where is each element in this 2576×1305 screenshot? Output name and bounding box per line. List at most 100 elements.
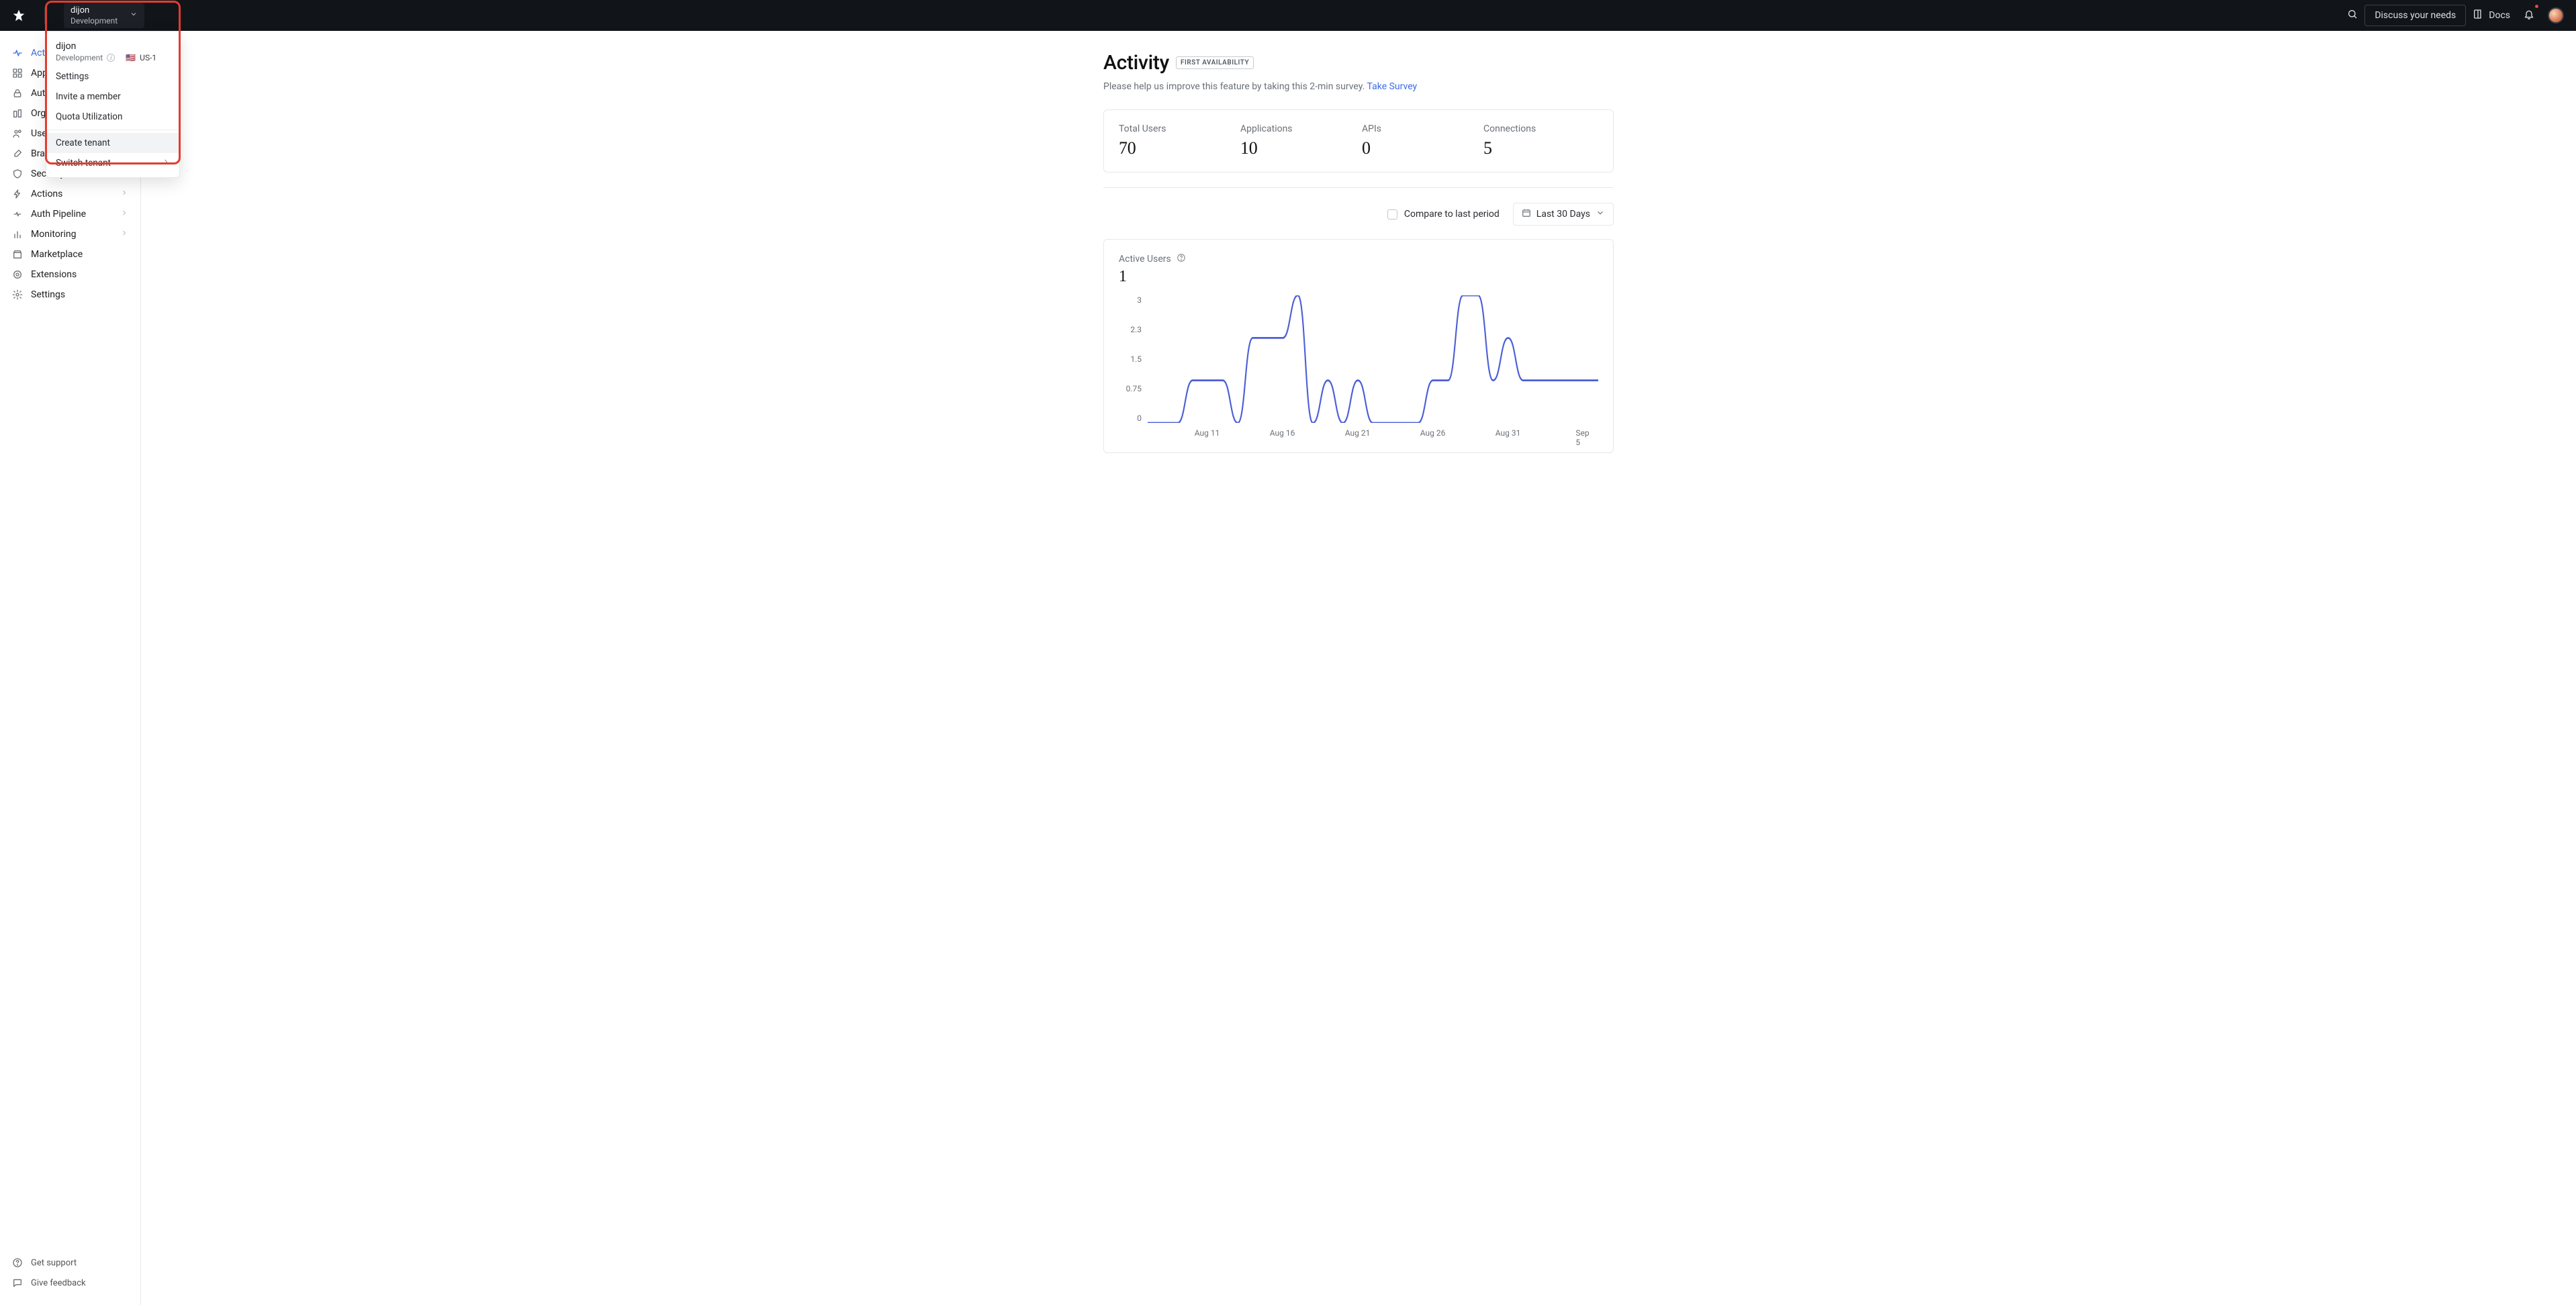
dropdown-tenant-name: dijon bbox=[56, 41, 170, 52]
flag-icon: 🇺🇸 bbox=[126, 53, 136, 62]
brush-icon bbox=[12, 148, 23, 159]
market-icon bbox=[12, 249, 23, 260]
chart-title: Active Users bbox=[1119, 254, 1171, 264]
page-title: Activity bbox=[1103, 51, 1169, 75]
notifications-button[interactable] bbox=[2517, 5, 2541, 26]
checkbox-icon bbox=[1387, 209, 1397, 220]
main-content: Activity FIRST AVAILABILITY Please help … bbox=[141, 31, 2576, 1305]
stat-apis: APIs 0 bbox=[1362, 124, 1477, 158]
dropdown-item-quota-utilization[interactable]: Quota Utilization bbox=[46, 107, 179, 127]
stat-label: Connections bbox=[1483, 124, 1598, 134]
sidebar-footer-get-support[interactable]: Get support bbox=[5, 1253, 135, 1273]
sidebar-item-label: Monitoring bbox=[31, 229, 77, 240]
sidebar-item-marketplace[interactable]: Marketplace bbox=[5, 244, 135, 264]
page-subtext: Please help us improve this feature by t… bbox=[1103, 81, 1614, 92]
y-axis: 32.31.50.750 bbox=[1119, 295, 1147, 423]
stat-value: 70 bbox=[1119, 138, 1234, 158]
chevron-right-icon bbox=[162, 158, 170, 168]
sidebar-footer-give-feedback[interactable]: Give feedback bbox=[5, 1273, 135, 1293]
sidebar-item-monitoring[interactable]: Monitoring bbox=[5, 224, 135, 244]
bell-icon bbox=[2524, 9, 2534, 22]
org-icon bbox=[12, 108, 23, 119]
info-icon[interactable]: i bbox=[107, 54, 115, 62]
sidebar-item-label: Marketplace bbox=[31, 249, 83, 260]
range-label: Last 30 Days bbox=[1536, 209, 1590, 220]
chart-value: 1 bbox=[1119, 268, 1598, 286]
stat-applications: Applications 10 bbox=[1240, 124, 1355, 158]
stat-label: APIs bbox=[1362, 124, 1477, 134]
sidebar-item-label: Give feedback bbox=[31, 1278, 86, 1288]
sidebar-item-auth-pipeline[interactable]: Auth Pipeline bbox=[5, 204, 135, 224]
chevron-right-icon bbox=[120, 189, 128, 199]
bars-icon bbox=[12, 229, 23, 240]
stat-total-users: Total Users 70 bbox=[1119, 124, 1234, 158]
availability-badge: FIRST AVAILABILITY bbox=[1176, 56, 1254, 69]
search-button[interactable] bbox=[2340, 5, 2364, 26]
avatar[interactable] bbox=[2548, 7, 2564, 23]
apps-icon bbox=[12, 68, 23, 79]
dropdown-header: dijon Development i 🇺🇸 US-1 bbox=[46, 36, 179, 66]
divider bbox=[44, 7, 45, 23]
dropdown-item-invite-a-member[interactable]: Invite a member bbox=[46, 87, 179, 107]
tenant-env: Development bbox=[71, 16, 118, 26]
date-range-select[interactable]: Last 30 Days bbox=[1513, 203, 1614, 226]
tenant-dropdown: dijon Development i 🇺🇸 US-1 SettingsInvi… bbox=[46, 31, 180, 178]
logo-area: dijon Development bbox=[12, 0, 144, 31]
discuss-button[interactable]: Discuss your needs bbox=[2364, 5, 2466, 26]
sidebar-item-label: Actions bbox=[31, 189, 62, 199]
dropdown-env: Development bbox=[56, 53, 103, 62]
tenant-switcher-button[interactable]: dijon Development bbox=[64, 3, 144, 28]
x-axis: Aug 11Aug 16Aug 21Aug 26Aug 31Sep 5 bbox=[1147, 423, 1598, 438]
chart-controls: Compare to last period Last 30 Days bbox=[1103, 203, 1614, 226]
stat-value: 0 bbox=[1362, 138, 1477, 158]
comment-icon bbox=[12, 1277, 23, 1288]
shield-icon bbox=[12, 168, 23, 179]
sidebar-item-label: Settings bbox=[31, 289, 65, 300]
gear-icon bbox=[12, 289, 23, 300]
stat-value: 5 bbox=[1483, 138, 1598, 158]
sidebar-item-label: Auth Pipeline bbox=[31, 209, 86, 220]
dropdown-item-switch-tenant[interactable]: Switch tenant bbox=[46, 153, 179, 173]
chevron-right-icon bbox=[120, 229, 128, 240]
stat-value: 10 bbox=[1240, 138, 1355, 158]
sidebar: ActivityApplicationsAuthenticationOrgani… bbox=[0, 31, 141, 1305]
calendar-icon bbox=[1522, 208, 1531, 220]
sidebar-item-settings[interactable]: Settings bbox=[5, 285, 135, 305]
help-icon[interactable] bbox=[1177, 253, 1186, 265]
chart-plot[interactable] bbox=[1147, 295, 1598, 423]
help-icon bbox=[12, 1257, 23, 1268]
stats-card: Total Users 70 Applications 10 APIs 0 Connecti… bbox=[1103, 109, 1614, 173]
docs-label: Docs bbox=[2489, 10, 2510, 21]
notification-dot bbox=[2534, 4, 2539, 9]
compare-checkbox[interactable]: Compare to last period bbox=[1387, 209, 1500, 220]
discuss-label: Discuss your needs bbox=[2375, 10, 2456, 21]
take-survey-link[interactable]: Take Survey bbox=[1367, 81, 1418, 92]
chevron-down-icon bbox=[1596, 208, 1605, 220]
docs-link[interactable]: Docs bbox=[2466, 5, 2517, 26]
topbar: dijon Development Discuss your needs Doc… bbox=[0, 0, 2576, 31]
dropdown-item-create-tenant[interactable]: Create tenant bbox=[46, 133, 179, 153]
section-divider bbox=[1103, 187, 1614, 188]
auth0-logo-icon[interactable] bbox=[12, 9, 26, 22]
book-icon bbox=[2473, 9, 2483, 22]
dropdown-item-settings[interactable]: Settings bbox=[46, 66, 179, 87]
sidebar-item-actions[interactable]: Actions bbox=[5, 184, 135, 204]
chart-area: 32.31.50.750 bbox=[1119, 295, 1598, 423]
stat-label: Applications bbox=[1240, 124, 1355, 134]
sidebar-item-label: Extensions bbox=[31, 269, 77, 280]
chevron-right-icon bbox=[120, 209, 128, 220]
tenant-name: dijon bbox=[71, 5, 118, 16]
dropdown-region: US-1 bbox=[140, 53, 156, 62]
stat-connections: Connections 5 bbox=[1483, 124, 1598, 158]
lock-icon bbox=[12, 88, 23, 99]
sidebar-item-label: Get support bbox=[31, 1258, 77, 1268]
ext-icon bbox=[12, 269, 23, 280]
active-users-card: Active Users 1 32.31.50.750 Aug 11Aug 16… bbox=[1103, 239, 1614, 453]
chevron-down-icon bbox=[130, 10, 138, 21]
search-icon bbox=[2347, 9, 2358, 22]
activity-icon bbox=[12, 48, 23, 58]
compare-label: Compare to last period bbox=[1404, 209, 1500, 220]
users-icon bbox=[12, 128, 23, 139]
stat-label: Total Users bbox=[1119, 124, 1234, 134]
sidebar-item-extensions[interactable]: Extensions bbox=[5, 264, 135, 285]
